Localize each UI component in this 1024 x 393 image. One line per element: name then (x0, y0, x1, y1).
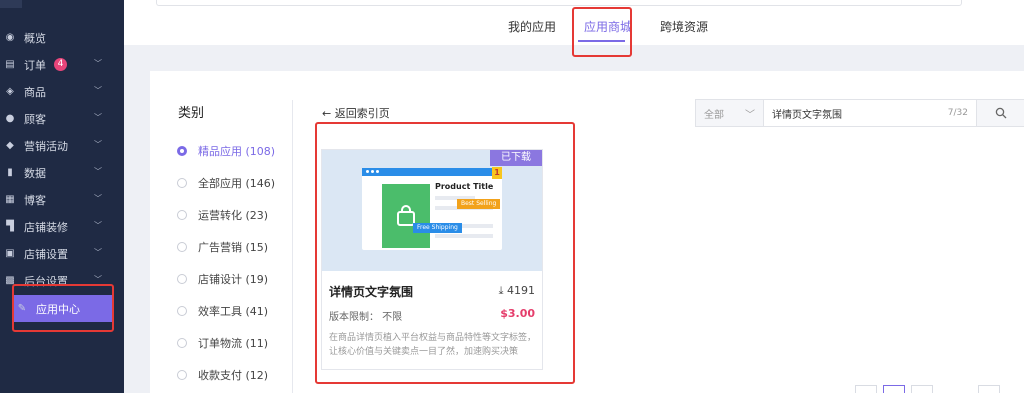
tag-icon: ◆ (6, 140, 14, 151)
highlight-box-tab (572, 7, 632, 57)
select-value: 全部 (704, 109, 724, 121)
category-item[interactable]: 精品应用 (108) (177, 143, 275, 159)
sidebar-item-label: 概览 (24, 31, 46, 45)
category-item[interactable]: 店铺设计 (19) (177, 271, 268, 287)
order-count-badge: 4 (54, 58, 67, 71)
paint-roller-icon: ▜ (6, 221, 14, 232)
category-title: 类别 (178, 106, 205, 121)
search-value: 详情页文字氛围 (772, 109, 842, 121)
chevron-down-icon: ﹀ (94, 167, 102, 176)
order-icon: ▤ (5, 59, 15, 70)
category-item[interactable]: 运营转化 (23) (177, 207, 268, 223)
sidebar-item-customers[interactable]: ● 顾客 ﹀ (0, 105, 124, 132)
sidebar-item-label: 商品 (24, 85, 46, 99)
highlight-box-card (315, 122, 575, 384)
pagination-page[interactable] (911, 385, 933, 393)
category-label: 运营转化 (23) (198, 209, 269, 222)
radio-icon (177, 210, 187, 220)
back-to-index-link[interactable]: ← 返回索引页 (322, 105, 390, 121)
sidebar-item-store-settings[interactable]: ▣ 店铺设置 ﹀ (0, 240, 124, 267)
radio-icon (177, 338, 187, 348)
chevron-down-icon: ﹀ (94, 59, 102, 68)
sidebar-item-label: 店铺设置 (24, 247, 68, 261)
sidebar-item-products[interactable]: ◈ 商品 ﹀ (0, 78, 124, 105)
sidebar-item-blog[interactable]: ▦ 博客 ﹀ (0, 186, 124, 213)
category-label: 广告营销 (15) (198, 241, 269, 254)
sidebar: ◉ 概览 ▤ 订单 4 ﹀ ◈ 商品 ﹀ ● 顾客 ﹀ ◆ 营销活动 ﹀ ▮ 数… (0, 0, 124, 393)
store-icon: ▣ (5, 248, 15, 259)
category-item[interactable]: 全部应用 (146) (177, 175, 275, 191)
radio-icon (177, 306, 187, 316)
sidebar-item-orders[interactable]: ▤ 订单 4 ﹀ (0, 51, 124, 78)
category-item[interactable]: 订单物流 (11) (177, 335, 268, 351)
sidebar-item-label: 顾客 (24, 112, 46, 126)
chart-icon: ▮ (7, 167, 13, 178)
sidebar-item-label: 博客 (24, 193, 46, 207)
category-label: 店铺设计 (19) (198, 273, 269, 286)
radio-icon (177, 370, 187, 380)
chevron-down-icon: ﹀ (94, 113, 102, 122)
chevron-down-icon: ﹀ (94, 194, 102, 203)
radio-icon (177, 274, 187, 284)
tab-cross-border-resources[interactable]: 跨境资源 (660, 18, 708, 35)
user-icon: ● (5, 113, 15, 124)
sidebar-item-label: 店铺装修 (24, 220, 68, 234)
sidebar-logo (0, 0, 22, 8)
sidebar-item-overview[interactable]: ◉ 概览 (0, 24, 124, 51)
radio-icon (177, 146, 187, 156)
sidebar-item-label: 订单 (24, 58, 46, 72)
chevron-down-icon: ﹀ (94, 140, 102, 149)
category-select[interactable]: 全部 ﹀ (696, 100, 764, 126)
chevron-down-icon: ﹀ (94, 86, 102, 95)
dashboard-icon: ◉ (5, 32, 15, 43)
pagination-next[interactable] (978, 385, 1000, 393)
box-icon: ◈ (6, 86, 14, 97)
chevron-down-icon: ﹀ (94, 248, 102, 257)
global-search-bar[interactable] (156, 0, 962, 6)
tab-my-apps[interactable]: 我的应用 (508, 18, 556, 35)
highlight-box-sidebar (12, 284, 114, 332)
category-label: 效率工具 (41) (198, 305, 269, 318)
blog-icon: ▦ (5, 194, 15, 205)
pagination-page[interactable] (883, 385, 905, 393)
divider (292, 100, 293, 393)
app-search-filter: 全部 ﹀ 详情页文字氛围 7/32 (695, 99, 1024, 127)
search-input[interactable]: 详情页文字氛围 7/32 (764, 100, 976, 126)
search-button[interactable] (976, 100, 1024, 126)
sidebar-item-analytics[interactable]: ▮ 数据 ﹀ (0, 159, 124, 186)
search-icon (995, 107, 1006, 119)
category-item[interactable]: 效率工具 (41) (177, 303, 268, 319)
category-item[interactable]: 广告营销 (15) (177, 239, 268, 255)
sidebar-item-label: 营销活动 (24, 139, 68, 153)
chevron-down-icon: ﹀ (745, 109, 755, 121)
radio-icon (177, 242, 187, 252)
sidebar-item-store-design[interactable]: ▜ 店铺装修 ﹀ (0, 213, 124, 240)
category-item[interactable]: 收款支付 (12) (177, 367, 268, 383)
category-label: 精品应用 (108) (198, 145, 276, 158)
pagination-prev[interactable] (855, 385, 877, 393)
category-label: 全部应用 (146) (198, 177, 276, 190)
char-counter: 7/32 (947, 108, 968, 118)
chevron-down-icon: ﹀ (94, 221, 102, 230)
category-label: 订单物流 (11) (198, 337, 269, 350)
radio-icon (177, 178, 187, 188)
sidebar-item-label: 数据 (24, 166, 46, 180)
sidebar-item-marketing[interactable]: ◆ 营销活动 ﹀ (0, 132, 124, 159)
category-label: 收款支付 (12) (198, 369, 269, 382)
